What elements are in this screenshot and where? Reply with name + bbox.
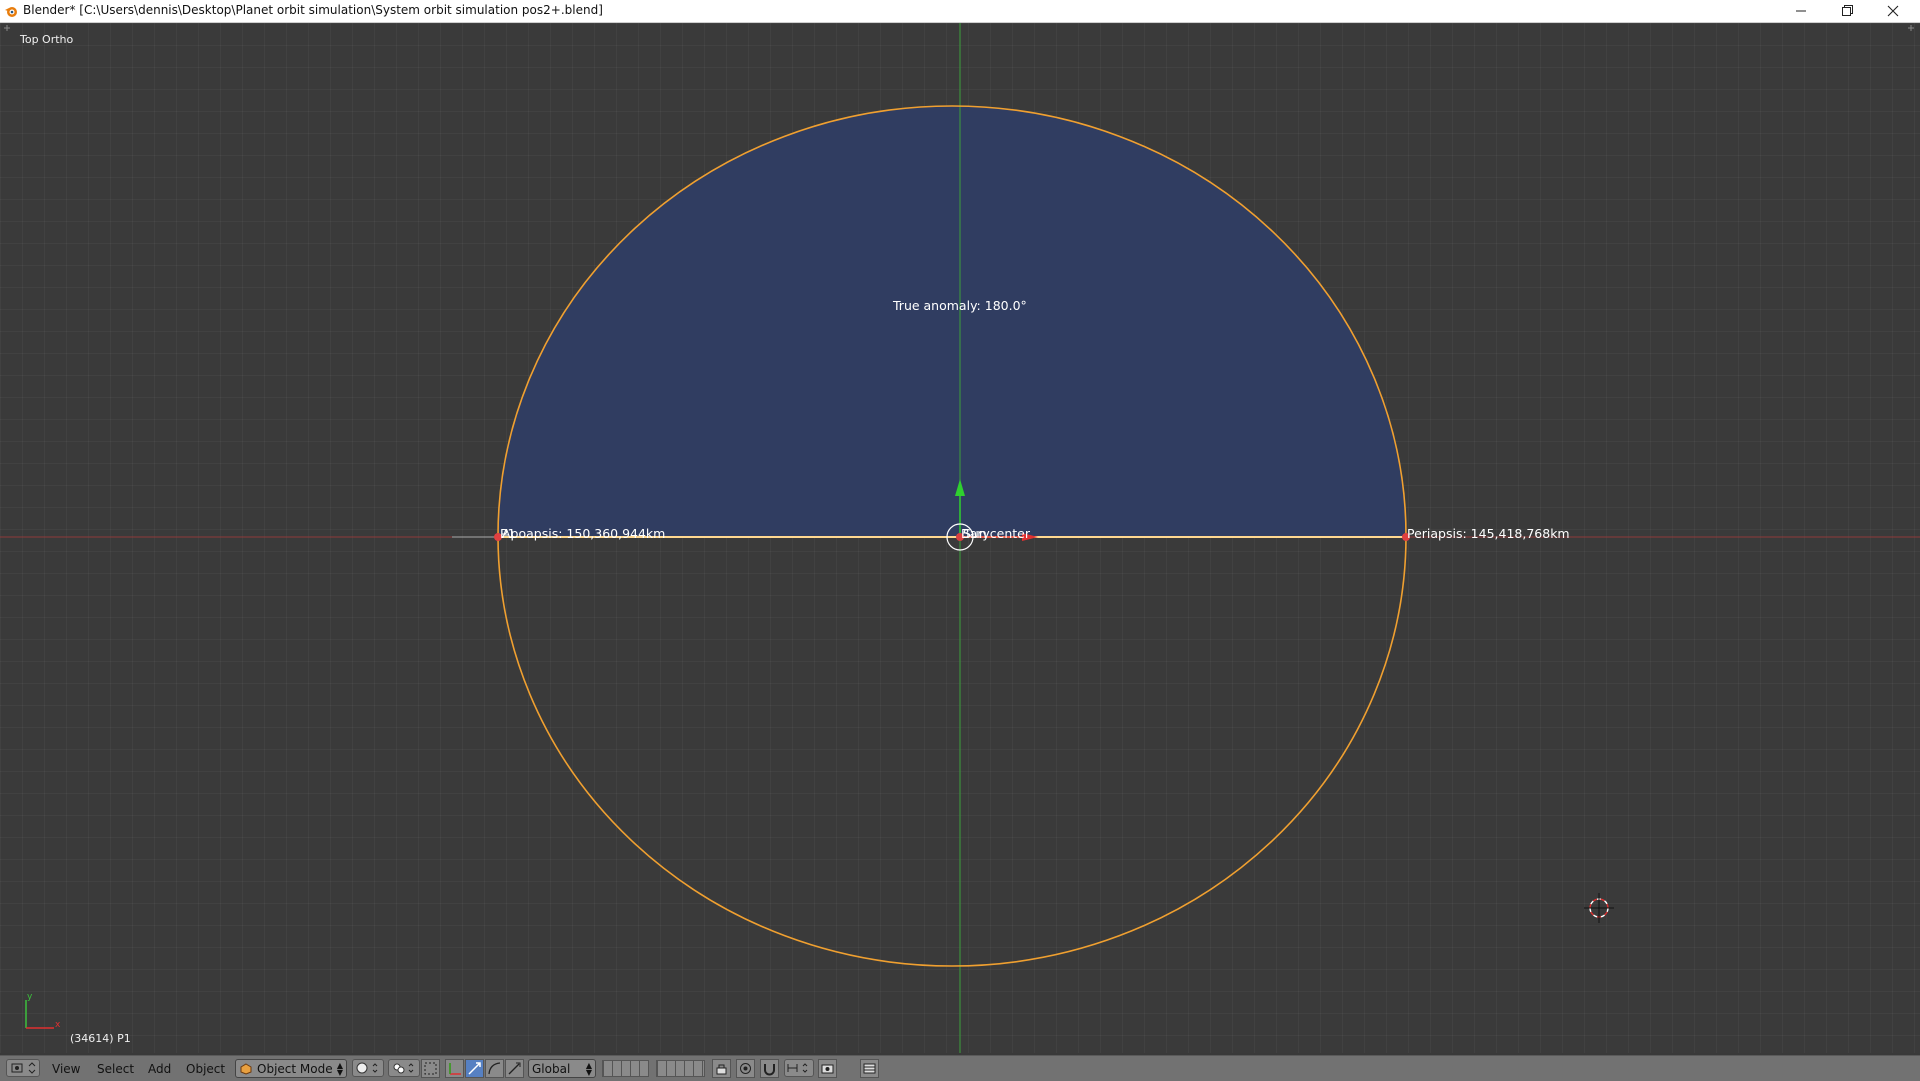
translate-tool[interactable] (445, 1059, 464, 1078)
window-title: Blender* [C:\Users\dennis\Desktop\Planet… (23, 3, 603, 17)
lock-icon (716, 1064, 727, 1075)
restore-icon (1842, 5, 1853, 16)
rotate-icon (468, 1062, 481, 1075)
scale-tool[interactable] (485, 1059, 504, 1078)
title-bar: Blender* [C:\Users\dennis\Desktop\Planet… (0, 0, 1920, 23)
orientation-icon (508, 1062, 521, 1075)
minimize-button[interactable] (1778, 0, 1824, 22)
menu-add[interactable]: Add (148, 1062, 171, 1076)
translate-icon (449, 1063, 461, 1075)
barycenter-label: Barycenter (961, 526, 1031, 541)
lock-layers-button[interactable] (712, 1059, 731, 1078)
3d-cursor-icon[interactable] (1584, 893, 1614, 923)
camera-icon (821, 1064, 834, 1074)
snap-element-dropdown[interactable] (784, 1059, 814, 1077)
viewport-canvas[interactable]: True anomaly: 180.0° P1 Apoapsis: 150,36… (0, 23, 1920, 1053)
3d-viewport[interactable]: True anomaly: 180.0° P1 Apoapsis: 150,36… (0, 23, 1920, 1053)
film-icon (863, 1063, 876, 1074)
proportional-edit-button[interactable] (736, 1059, 755, 1078)
menu-object[interactable]: Object (186, 1062, 225, 1076)
render-animation-button[interactable] (860, 1059, 879, 1078)
viewport-shading-dropdown[interactable] (352, 1059, 384, 1077)
editor-type-button[interactable] (6, 1059, 40, 1077)
svg-text:y: y (27, 992, 33, 1002)
close-button[interactable] (1870, 0, 1916, 22)
menu-select[interactable]: Select (97, 1062, 134, 1076)
mode-dropdown-label: Object Mode (257, 1062, 333, 1076)
true-anomaly-label: True anomaly: 180.0° (892, 298, 1027, 313)
svg-text:x: x (55, 1020, 61, 1030)
minimize-icon (1796, 10, 1806, 12)
solid-shading-icon (356, 1062, 378, 1074)
close-icon (1887, 5, 1899, 17)
scale-icon (488, 1062, 501, 1075)
3d-view-icon (11, 1062, 36, 1074)
apoapsis-label: Apoapsis: 150,360,944km (502, 526, 665, 541)
object-info: (34614) P1 (70, 1032, 131, 1045)
render-opengl-button[interactable] (818, 1059, 837, 1078)
3d-view-header: View Select Add Object Object Mode ▲ ▼ Gl… (0, 1055, 1920, 1081)
region-expand-icon-right[interactable] (1906, 23, 1916, 33)
snap-increment-icon (787, 1063, 808, 1073)
layer-buttons-1[interactable] (602, 1060, 649, 1077)
blender-icon (5, 7, 17, 17)
swept-area (498, 106, 1406, 536)
restore-button[interactable] (1824, 0, 1870, 22)
orientation-dropdown[interactable]: Global ▲ ▼ (528, 1059, 596, 1078)
periapsis-label: Periapsis: 145,418,768km (1407, 526, 1570, 541)
manipulator-toggle[interactable] (421, 1059, 440, 1078)
proportional-edit-icon (740, 1063, 751, 1074)
view-name-label: Top Ortho (20, 33, 74, 46)
pivot-point-dropdown[interactable] (388, 1059, 420, 1077)
manipulator-icon (424, 1062, 437, 1075)
mode-dropdown[interactable]: Object Mode ▲ ▼ (235, 1059, 347, 1078)
pivot-icon (393, 1063, 414, 1074)
rotate-tool[interactable] (465, 1059, 484, 1078)
snap-toggle[interactable] (760, 1059, 779, 1078)
axis-indicator: y x (25, 992, 61, 1030)
menu-view[interactable]: View (52, 1062, 80, 1076)
orientation-dropdown-label: Global (532, 1062, 571, 1076)
transform-orientation-toggle[interactable] (505, 1059, 524, 1078)
object-mode-icon (240, 1063, 252, 1075)
layer-buttons-2[interactable] (656, 1060, 705, 1077)
dropdown-arrows-icon: ▲ ▼ (336, 1061, 343, 1077)
magnet-icon (764, 1064, 775, 1076)
region-expand-icon-left[interactable] (2, 23, 12, 33)
dropdown-arrows-icon: ▲ ▼ (585, 1061, 592, 1077)
